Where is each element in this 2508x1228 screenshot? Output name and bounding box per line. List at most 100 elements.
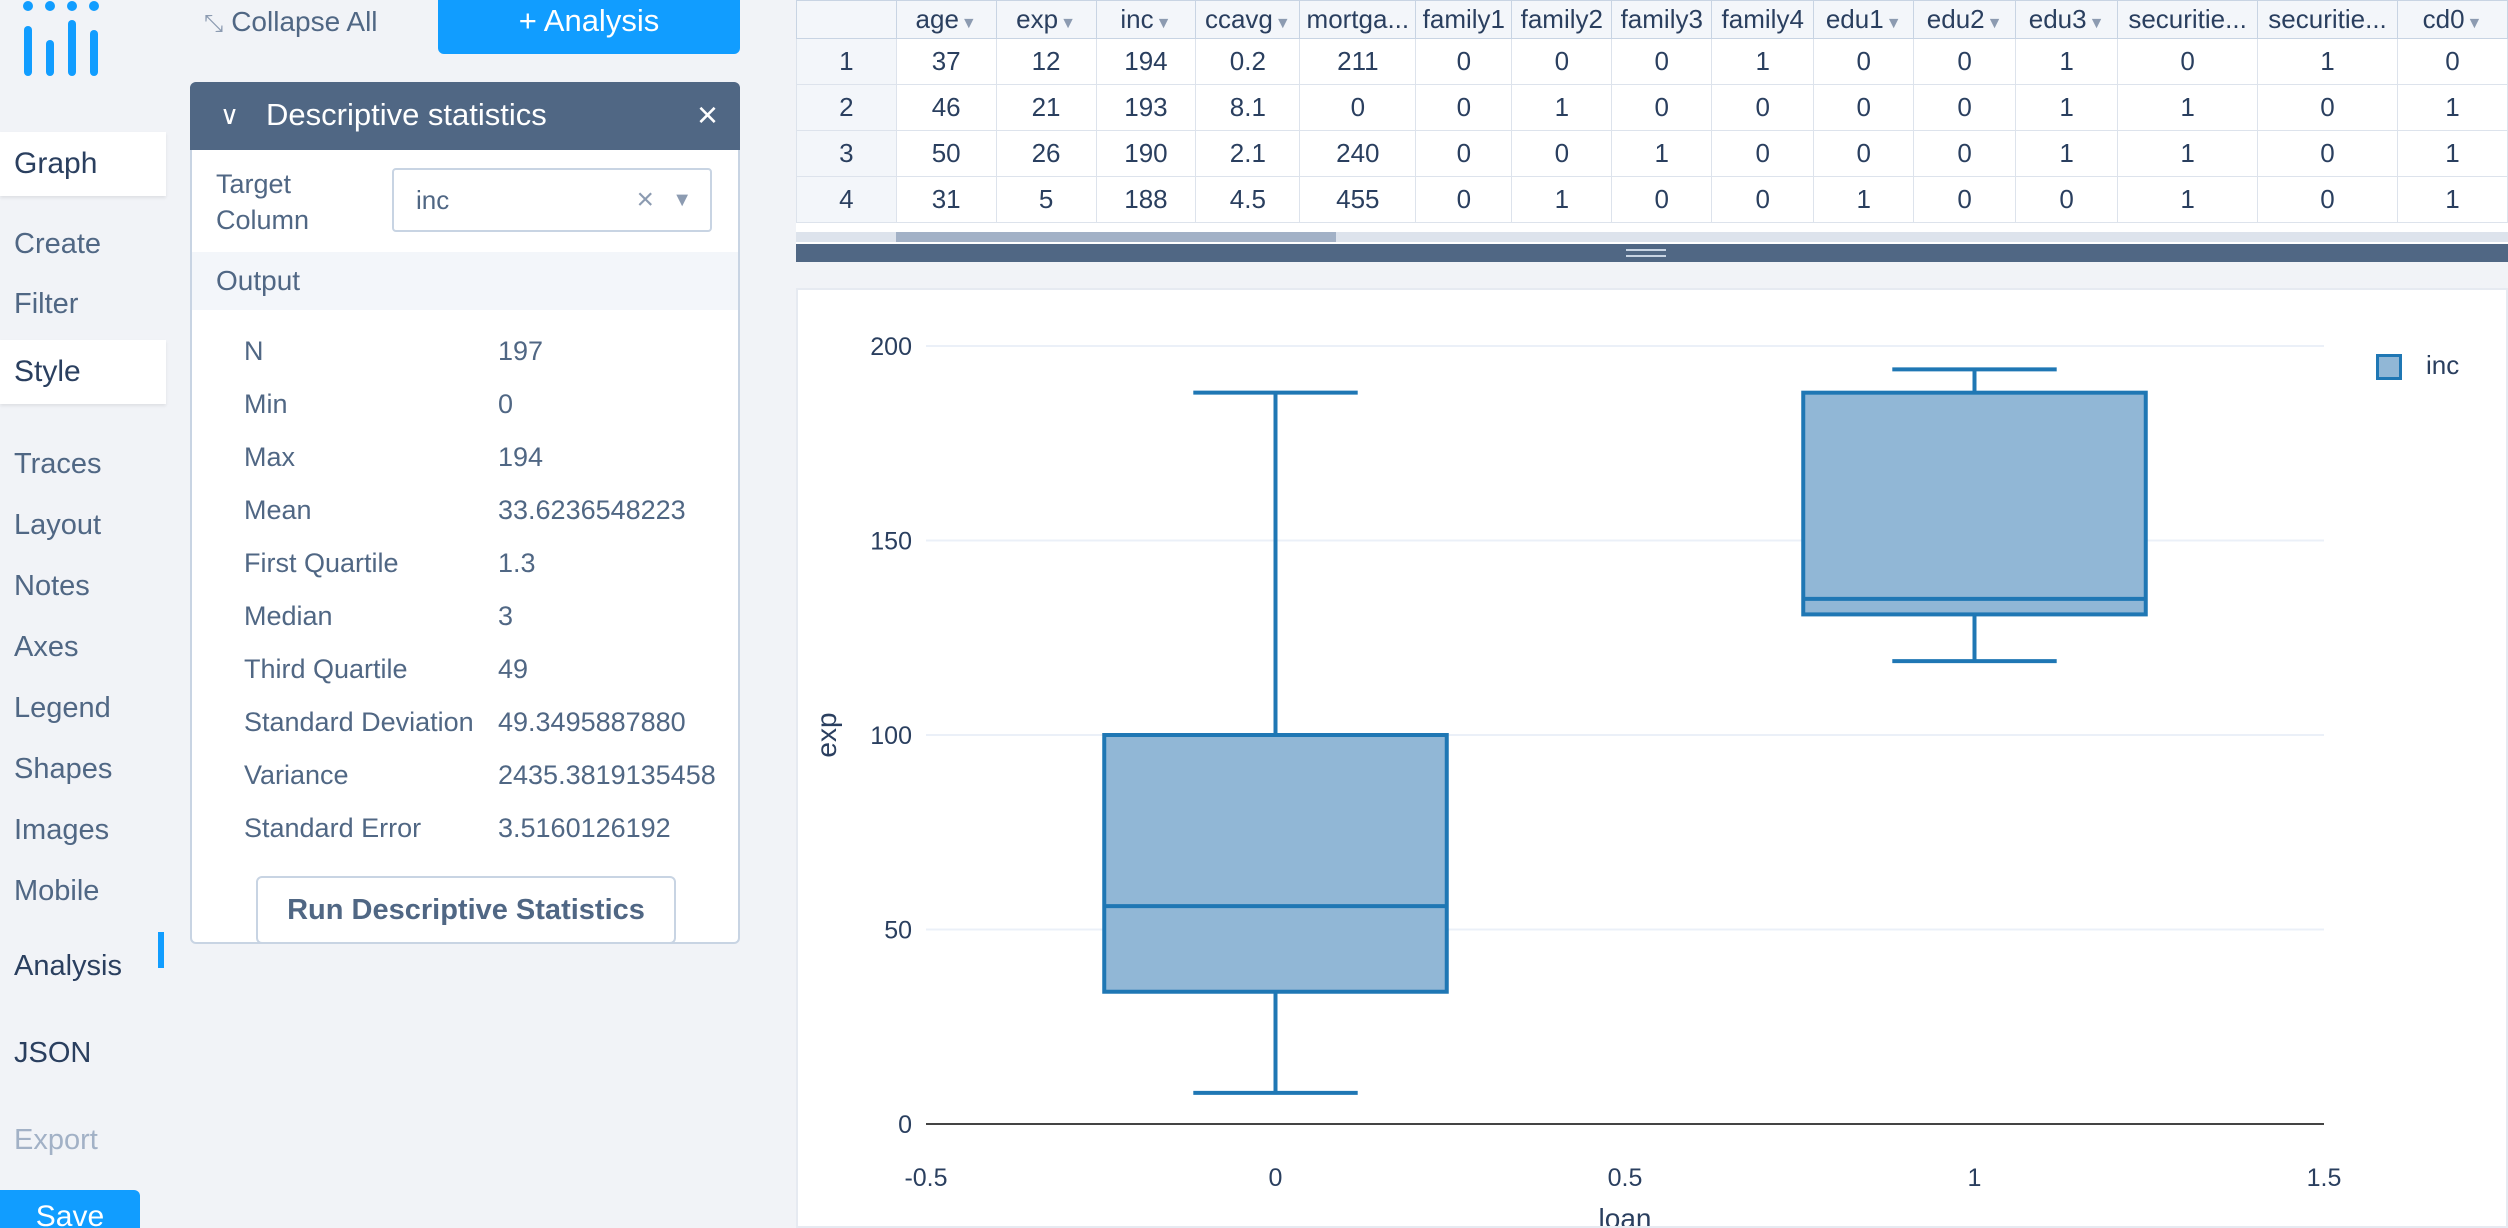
table-cell[interactable]: 1 — [2117, 176, 2259, 223]
sort-caret-icon[interactable]: ▼ — [2467, 15, 2483, 32]
nav-item-analysis[interactable]: Analysis — [14, 950, 122, 983]
table-cell[interactable]: 1 — [2397, 84, 2508, 131]
table-cell[interactable]: 0 — [1299, 84, 1417, 131]
table-cell[interactable]: 0 — [2257, 84, 2399, 131]
column-header[interactable]: age ▼ — [895, 0, 997, 39]
table-cell[interactable]: 4.5 — [1195, 176, 1301, 223]
clear-icon[interactable]: × — [636, 170, 654, 230]
save-button[interactable]: Save — [0, 1190, 140, 1228]
sort-caret-icon[interactable]: ▼ — [1156, 15, 1172, 32]
table-cell[interactable]: 1 — [2397, 176, 2508, 223]
table-cell[interactable]: 5 — [995, 176, 1097, 223]
close-icon[interactable]: × — [697, 82, 718, 148]
collapse-all-button[interactable]: ⤡ Collapse All — [204, 6, 378, 38]
table-cell[interactable]: 1 — [1813, 176, 1915, 223]
table-cell[interactable]: 1 — [1511, 84, 1613, 131]
table-cell[interactable]: 50 — [895, 130, 997, 177]
nav-item-create[interactable]: Create — [14, 228, 101, 261]
caret-down-icon[interactable]: ▼ — [672, 170, 692, 230]
box-plot[interactable]: 0 50 100 150 200 -0.5 0 0.5 1 1.5 loan exp — [798, 290, 2506, 1226]
nav-item-traces[interactable]: Traces — [14, 448, 102, 481]
table-cell[interactable]: 8.1 — [1195, 84, 1301, 131]
table-cell[interactable]: 21 — [995, 84, 1097, 131]
table-cell[interactable]: 0 — [1511, 130, 1613, 177]
chevron-down-icon[interactable]: ∨ — [220, 82, 239, 148]
table-cell[interactable]: 0 — [2117, 38, 2259, 85]
table-cell[interactable]: 37 — [895, 38, 997, 85]
nav-item-axes[interactable]: Axes — [14, 631, 78, 664]
table-cell[interactable]: 1 — [2015, 130, 2119, 177]
run-descriptive-statistics-button[interactable]: Run Descriptive Statistics — [256, 876, 676, 944]
sort-caret-icon[interactable]: ▼ — [2089, 15, 2105, 32]
table-cell[interactable]: 0 — [1415, 176, 1513, 223]
grid-horizontal-scrollbar[interactable] — [796, 232, 2508, 242]
nav-item-export[interactable]: Export — [14, 1124, 98, 1157]
column-header[interactable]: securitie... — [2117, 0, 2259, 39]
table-cell[interactable]: 0 — [1711, 84, 1815, 131]
nav-item-mobile[interactable]: Mobile — [14, 875, 99, 908]
nav-item-shapes[interactable]: Shapes — [14, 753, 112, 786]
column-header[interactable]: family1 — [1415, 0, 1513, 39]
table-cell[interactable]: 0 — [1913, 130, 2017, 177]
chart-area[interactable]: 0 50 100 150 200 -0.5 0 0.5 1 1.5 loan exp inc — [796, 288, 2508, 1228]
scrollbar-thumb[interactable] — [896, 232, 1336, 242]
sort-caret-icon[interactable]: ▼ — [1987, 15, 2003, 32]
column-header[interactable]: edu2 ▼ — [1913, 0, 2017, 39]
table-cell[interactable]: 0 — [2397, 38, 2508, 85]
column-header[interactable]: edu3 ▼ — [2015, 0, 2119, 39]
table-cell[interactable]: 31 — [895, 176, 997, 223]
table-cell[interactable]: 0 — [1511, 38, 1613, 85]
table-cell[interactable]: 211 — [1299, 38, 1417, 85]
table-cell[interactable]: 0 — [1711, 176, 1815, 223]
column-header[interactable]: ccavg ▼ — [1195, 0, 1301, 39]
table-cell[interactable]: 0 — [1415, 130, 1513, 177]
table-cell[interactable]: 46 — [895, 84, 997, 131]
table-cell[interactable]: 2.1 — [1195, 130, 1301, 177]
sort-caret-icon[interactable]: ▼ — [961, 15, 977, 32]
table-cell[interactable]: 1 — [2015, 38, 2119, 85]
table-cell[interactable]: 0 — [1913, 176, 2017, 223]
nav-item-legend[interactable]: Legend — [14, 692, 111, 725]
table-cell[interactable]: 188 — [1095, 176, 1197, 223]
table-cell[interactable]: 1 — [1511, 176, 1613, 223]
table-cell[interactable]: 455 — [1299, 176, 1417, 223]
nav-item-json[interactable]: JSON — [14, 1037, 91, 1070]
table-cell[interactable]: 240 — [1299, 130, 1417, 177]
table-cell[interactable]: 0 — [1813, 84, 1915, 131]
table-cell[interactable]: 0 — [1611, 176, 1713, 223]
add-analysis-button[interactable]: + Analysis — [438, 0, 740, 54]
table-cell[interactable]: 26 — [995, 130, 1097, 177]
nav-item-notes[interactable]: Notes — [14, 570, 90, 603]
column-header[interactable]: exp ▼ — [995, 0, 1097, 39]
table-cell[interactable]: 1 — [2257, 38, 2399, 85]
column-header[interactable]: family4 — [1711, 0, 1815, 39]
drag-handle-icon[interactable] — [1626, 249, 1666, 257]
card-header[interactable]: ∨ Descriptive statistics × — [190, 82, 740, 150]
legend[interactable]: inc — [2376, 350, 2459, 381]
sort-caret-icon[interactable]: ▼ — [1060, 15, 1076, 32]
table-cell[interactable]: 0 — [1813, 38, 1915, 85]
table-cell[interactable]: 0 — [2015, 176, 2119, 223]
sort-caret-icon[interactable]: ▼ — [1886, 15, 1902, 32]
table-cell[interactable]: 1 — [2397, 130, 2508, 177]
column-header[interactable]: mortga... — [1299, 0, 1417, 39]
table-cell[interactable]: 0 — [1913, 38, 2017, 85]
nav-item-filter[interactable]: Filter — [14, 288, 78, 321]
table-cell[interactable]: 1 — [2117, 84, 2259, 131]
table-cell[interactable]: 0 — [1813, 130, 1915, 177]
table-cell[interactable]: 0 — [2257, 176, 2399, 223]
column-header[interactable]: edu1 ▼ — [1813, 0, 1915, 39]
column-header[interactable]: cd0 ▼ — [2397, 0, 2508, 39]
table-cell[interactable]: 0 — [2257, 130, 2399, 177]
table-cell[interactable]: 1 — [2117, 130, 2259, 177]
pane-splitter[interactable] — [796, 244, 2508, 262]
column-header[interactable]: family2 — [1511, 0, 1613, 39]
table-cell[interactable]: 0.2 — [1195, 38, 1301, 85]
table-cell[interactable]: 0 — [1415, 84, 1513, 131]
table-cell[interactable]: 0 — [1711, 130, 1815, 177]
table-cell[interactable]: 12 — [995, 38, 1097, 85]
target-column-select[interactable]: inc × ▼ — [392, 168, 712, 232]
table-cell[interactable]: 194 — [1095, 38, 1197, 85]
column-header[interactable]: inc ▼ — [1095, 0, 1197, 39]
column-header[interactable]: family3 — [1611, 0, 1713, 39]
